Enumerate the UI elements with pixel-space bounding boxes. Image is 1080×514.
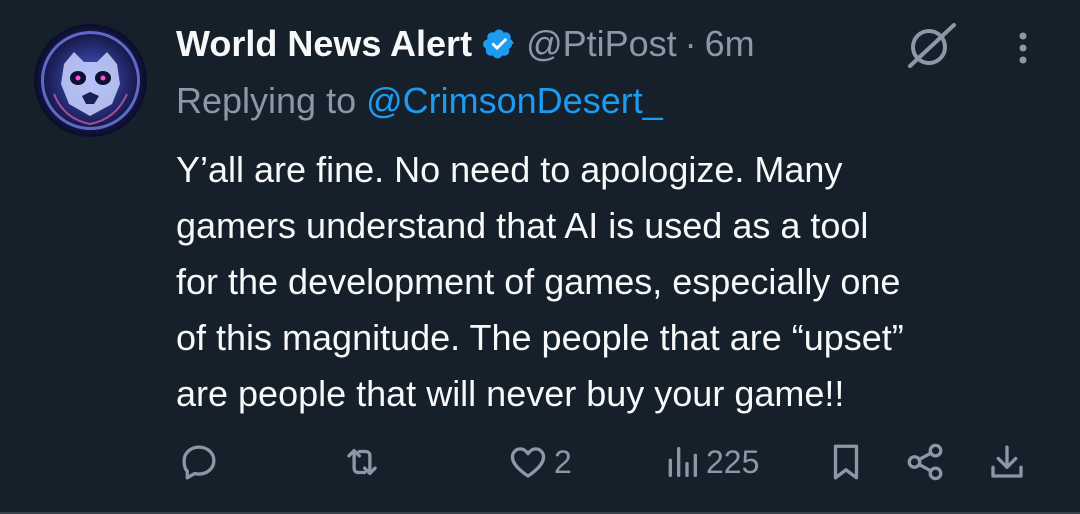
retweet-icon xyxy=(347,448,377,476)
tweet-text: Y’all are fine. No need to apologize. Ma… xyxy=(176,142,1056,422)
separator-dot: · xyxy=(684,23,697,64)
verified-badge-icon xyxy=(482,27,516,61)
bookmark-icon xyxy=(833,444,859,480)
avatar[interactable] xyxy=(34,24,147,137)
tweet-text-line: are people that will never buy your game… xyxy=(176,373,845,414)
download-button[interactable] xyxy=(986,440,1028,484)
tweet-header: World News Alert @PtiPost · 6m xyxy=(176,22,755,66)
reply-target-link[interactable]: @CrimsonDesert_ xyxy=(366,80,663,121)
download-icon xyxy=(991,445,1023,478)
views-button[interactable]: 225 xyxy=(662,440,759,484)
replying-prefix: Replying to xyxy=(176,80,367,121)
like-button[interactable]: 2 xyxy=(506,440,572,484)
tweet-text-line: Y’all are fine. No need to apologize. Ma… xyxy=(176,149,843,190)
author-handle[interactable]: @PtiPost xyxy=(526,23,677,65)
display-name[interactable]: World News Alert xyxy=(176,23,472,65)
like-count: 2 xyxy=(554,443,572,480)
views-icon xyxy=(668,447,697,477)
share-button[interactable] xyxy=(904,440,946,484)
retweet-button[interactable] xyxy=(340,440,384,484)
action-bar: 2 225 xyxy=(0,440,1080,484)
replying-to: Replying to @CrimsonDesert_ xyxy=(176,80,663,122)
share-icon xyxy=(907,443,943,481)
tweet[interactable]: World News Alert @PtiPost · 6m Replying … xyxy=(0,0,1080,514)
tweet-text-line: gamers understand that AI is used as a t… xyxy=(176,205,869,246)
more-vertical-icon[interactable] xyxy=(1012,28,1034,68)
tweet-text-line: for the development of games, especially… xyxy=(176,261,901,302)
grok-icon[interactable] xyxy=(902,22,958,70)
views-count: 225 xyxy=(706,443,760,480)
heart-icon xyxy=(510,447,546,478)
timestamp[interactable]: 6m xyxy=(705,23,755,65)
reply-button[interactable] xyxy=(178,440,220,484)
bookmark-button[interactable] xyxy=(828,440,864,484)
reply-icon xyxy=(182,445,216,480)
tweet-text-line: of this magnitude. The people that are “… xyxy=(176,317,904,358)
avatar-image xyxy=(41,31,140,130)
